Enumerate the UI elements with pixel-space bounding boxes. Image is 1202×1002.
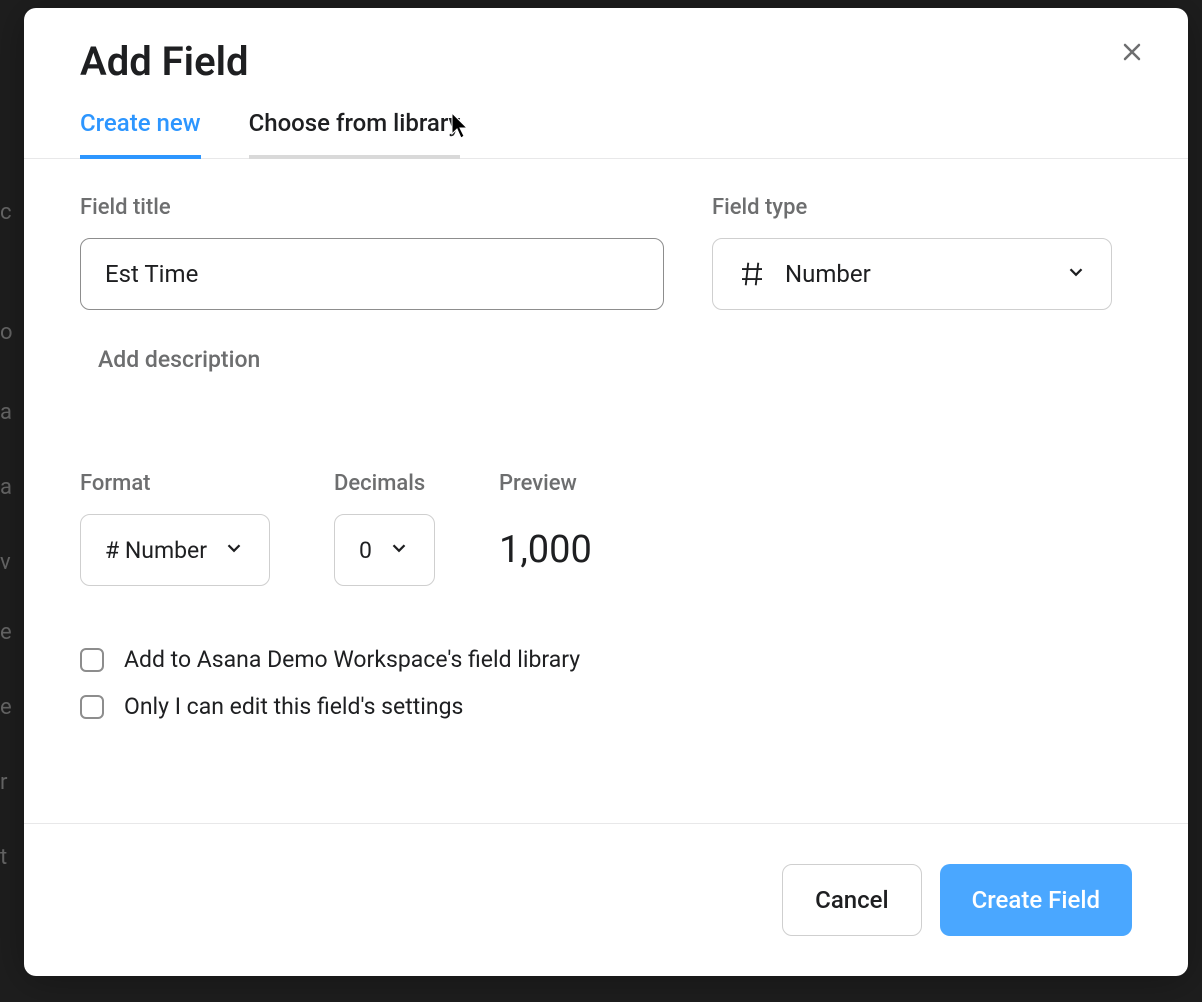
format-select[interactable]: # Number bbox=[80, 514, 270, 586]
preview-label: Preview bbox=[499, 471, 592, 496]
preview-value: 1,000 bbox=[499, 514, 592, 586]
field-type-select[interactable]: Number bbox=[712, 238, 1112, 310]
hash-icon bbox=[737, 259, 767, 289]
create-field-button[interactable]: Create Field bbox=[940, 864, 1132, 936]
tab-choose-from-library[interactable]: Choose from library bbox=[249, 109, 461, 159]
field-title-label: Field title bbox=[80, 195, 664, 220]
checkbox-group: Add to Asana Demo Workspace's field libr… bbox=[80, 646, 1132, 720]
checkbox-row-only-edit: Only I can edit this field's settings bbox=[80, 693, 1132, 720]
close-icon bbox=[1120, 40, 1144, 64]
checkbox-add-to-library[interactable] bbox=[80, 648, 104, 672]
checkbox-only-i-can-edit[interactable] bbox=[80, 695, 104, 719]
decimals-select[interactable]: 0 bbox=[334, 514, 435, 586]
preview-group: Preview 1,000 bbox=[499, 471, 592, 586]
tabs: Create new Choose from library bbox=[24, 109, 1188, 159]
add-description-button[interactable]: Add description bbox=[80, 334, 278, 385]
decimals-label: Decimals bbox=[334, 471, 435, 496]
format-value: # Number bbox=[105, 537, 207, 564]
chevron-down-icon bbox=[1065, 261, 1087, 287]
field-title-input[interactable] bbox=[80, 238, 664, 310]
checkbox-only-edit-label: Only I can edit this field's settings bbox=[124, 693, 463, 720]
modal-header: Add Field bbox=[24, 8, 1188, 109]
field-type-group: Field type Number bbox=[712, 195, 1112, 310]
field-type-label: Field type bbox=[712, 195, 1112, 220]
chevron-down-icon bbox=[388, 537, 410, 563]
modal-body: Field title Field type Number Add descri… bbox=[24, 159, 1188, 823]
modal-title: Add Field bbox=[80, 38, 1132, 85]
modal-footer: Cancel Create Field bbox=[24, 823, 1188, 976]
close-button[interactable] bbox=[1116, 36, 1148, 68]
checkbox-library-label: Add to Asana Demo Workspace's field libr… bbox=[124, 646, 580, 673]
decimals-group: Decimals 0 bbox=[334, 471, 435, 586]
field-title-group: Field title bbox=[80, 195, 664, 310]
field-type-value: Number bbox=[785, 260, 1087, 288]
cancel-button[interactable]: Cancel bbox=[782, 864, 921, 936]
checkbox-row-library: Add to Asana Demo Workspace's field libr… bbox=[80, 646, 1132, 673]
chevron-down-icon bbox=[223, 537, 245, 563]
format-label: Format bbox=[80, 471, 270, 496]
add-field-modal: Add Field Create new Choose from library… bbox=[24, 8, 1188, 976]
tab-create-new[interactable]: Create new bbox=[80, 109, 201, 159]
decimals-value: 0 bbox=[359, 537, 372, 564]
format-group: Format # Number bbox=[80, 471, 270, 586]
